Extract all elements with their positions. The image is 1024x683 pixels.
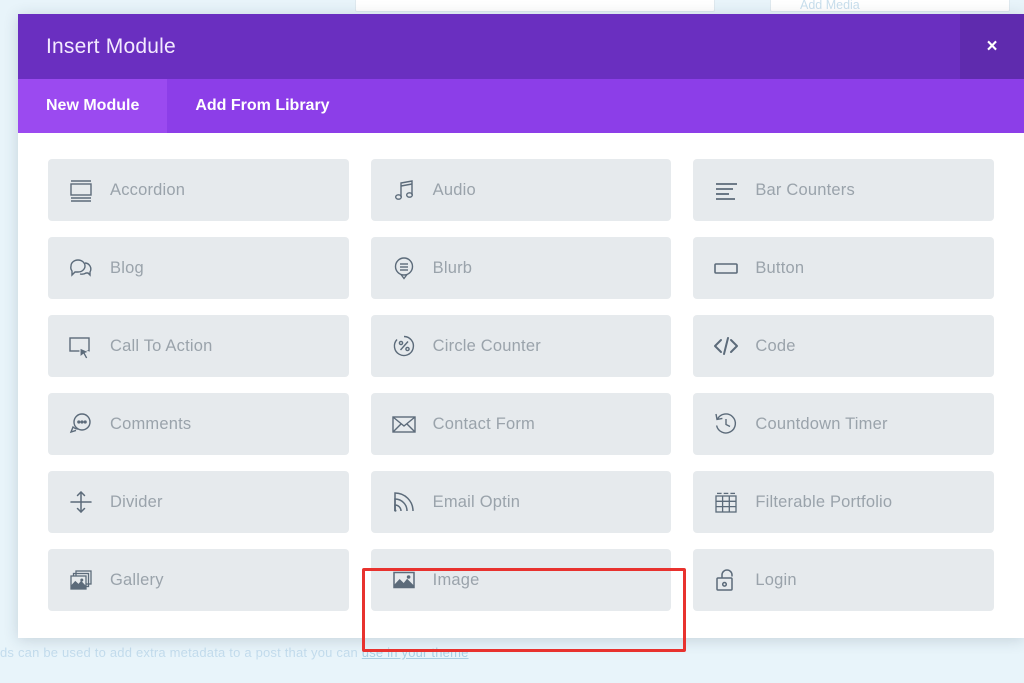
backdrop-ghost-text: ds can be used to add extra metadata to … <box>0 645 469 660</box>
call-to-action-icon <box>64 329 98 363</box>
module-tile-bar-counters[interactable]: Bar Counters <box>693 159 994 221</box>
page-title: Insert Module <box>46 34 176 58</box>
backdrop-ghost-link[interactable]: use in your theme <box>362 645 469 660</box>
module-label: Divider <box>110 492 163 511</box>
gallery-icon <box>64 563 98 597</box>
module-label: Call To Action <box>110 336 213 355</box>
contact-form-icon <box>387 407 421 441</box>
module-label: Filterable Portfolio <box>755 492 893 511</box>
countdown-timer-icon <box>709 407 743 441</box>
module-tile-code[interactable]: Code <box>693 315 994 377</box>
code-icon <box>709 329 743 363</box>
button-icon <box>709 251 743 285</box>
module-tile-comments[interactable]: Comments <box>48 393 349 455</box>
comments-icon <box>64 407 98 441</box>
module-tile-call-to-action[interactable]: Call To Action <box>48 315 349 377</box>
module-tile-circle-counter[interactable]: Circle Counter <box>370 315 672 377</box>
module-grid: Accordion Audio Bar Counters Blog Blurb … <box>48 159 994 611</box>
module-label: Countdown Timer <box>755 414 888 433</box>
module-label: Gallery <box>110 570 164 589</box>
backdrop-ghost-text-prefix: ds can be used to add extra metadata to … <box>0 645 362 660</box>
module-tile-contact-form[interactable]: Contact Form <box>370 393 672 455</box>
audio-icon <box>387 173 421 207</box>
accordion-icon <box>64 173 98 207</box>
module-label: Code <box>755 336 796 355</box>
login-icon <box>709 563 743 597</box>
modal-tab-bar: New Module Add From Library <box>18 79 1024 133</box>
module-label: Image <box>432 570 480 589</box>
module-tile-button[interactable]: Button <box>693 237 994 299</box>
module-tile-countdown-timer[interactable]: Countdown Timer <box>693 393 994 455</box>
module-label: Login <box>755 570 797 589</box>
module-tile-login[interactable]: Login <box>693 549 994 611</box>
module-label: Comments <box>110 414 192 433</box>
module-label: Audio <box>432 180 476 199</box>
module-label: Contact Form <box>432 414 535 433</box>
module-tile-divider[interactable]: Divider <box>48 471 349 533</box>
blog-icon <box>64 251 98 285</box>
module-tile-image[interactable]: Image <box>370 549 672 611</box>
close-icon: × <box>986 36 998 57</box>
module-tile-blog[interactable]: Blog <box>48 237 349 299</box>
module-tile-gallery[interactable]: Gallery <box>48 549 349 611</box>
tab-add-from-library[interactable]: Add From Library <box>167 79 357 133</box>
filterable-portfolio-icon <box>709 485 743 519</box>
blurb-icon <box>387 251 421 285</box>
email-optin-icon <box>387 485 421 519</box>
tab-new-module[interactable]: New Module <box>18 79 168 133</box>
module-label: Blog <box>110 258 144 277</box>
modal-body: Accordion Audio Bar Counters Blog Blurb … <box>18 133 1024 638</box>
module-tile-email-optin[interactable]: Email Optin <box>370 471 672 533</box>
module-tile-filterable-portfolio[interactable]: Filterable Portfolio <box>693 471 994 533</box>
module-tile-accordion[interactable]: Accordion <box>48 159 349 221</box>
module-tile-audio[interactable]: Audio <box>370 159 672 221</box>
module-label: Accordion <box>110 180 186 199</box>
module-label: Blurb <box>432 258 473 277</box>
close-button[interactable]: × <box>960 14 1024 79</box>
divider-icon <box>64 485 98 519</box>
module-label: Bar Counters <box>755 180 855 199</box>
bar-counters-icon <box>709 173 743 207</box>
module-label: Button <box>755 258 805 277</box>
module-label: Circle Counter <box>432 336 541 355</box>
circle-counter-icon <box>387 329 421 363</box>
backdrop-ghost-chip: Add Media <box>800 0 860 12</box>
modal-header: Insert Module × <box>18 14 1024 79</box>
insert-module-modal: Insert Module × New Module Add From Libr… <box>18 14 1024 638</box>
backdrop-card <box>355 0 715 12</box>
module-label: Email Optin <box>432 492 521 511</box>
image-icon <box>387 563 421 597</box>
module-tile-blurb[interactable]: Blurb <box>370 237 672 299</box>
